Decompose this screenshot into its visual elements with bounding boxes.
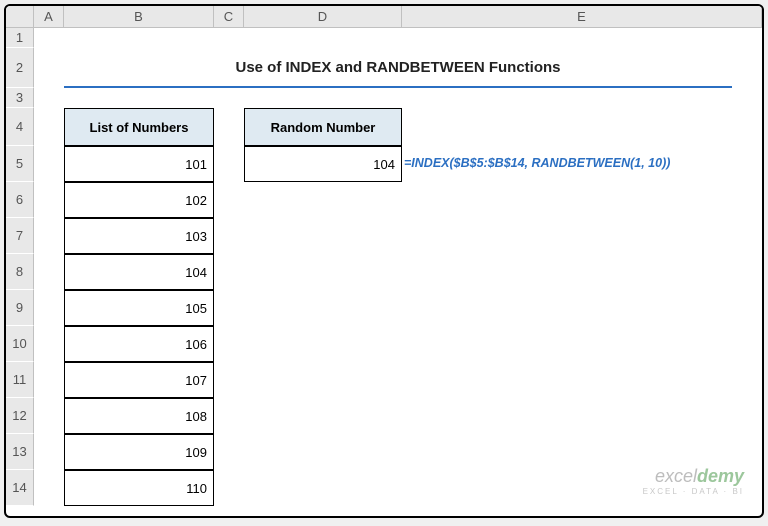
row-header-11[interactable]: 11 — [6, 362, 34, 398]
spreadsheet-window: ABCDE 1234567891011121314 Use of INDEX a… — [4, 4, 764, 518]
list-value-cell[interactable]: 102 — [64, 182, 214, 218]
column-header-E[interactable]: E — [402, 6, 762, 27]
list-value-cell[interactable]: 107 — [64, 362, 214, 398]
select-all-corner[interactable] — [6, 6, 34, 27]
row-header-7[interactable]: 7 — [6, 218, 34, 254]
formula-text: =INDEX($B$5:$B$14, RANDBETWEEN(1, 10)) — [404, 156, 670, 170]
watermark-brand: exceldemy — [643, 466, 744, 487]
random-header-cell[interactable]: Random Number — [244, 108, 402, 146]
list-value-cell[interactable]: 110 — [64, 470, 214, 506]
row-header-3[interactable]: 3 — [6, 88, 34, 108]
row-header-column: 1234567891011121314 — [6, 28, 34, 506]
random-value-cell[interactable]: 104 — [244, 146, 402, 182]
row-header-6[interactable]: 6 — [6, 182, 34, 218]
watermark-brand-a: excel — [655, 466, 697, 486]
watermark: exceldemy EXCEL · DATA · BI — [643, 466, 744, 496]
watermark-tagline: EXCEL · DATA · BI — [643, 487, 744, 496]
row-header-9[interactable]: 9 — [6, 290, 34, 326]
column-header-A[interactable]: A — [34, 6, 64, 27]
list-value-cell[interactable]: 106 — [64, 326, 214, 362]
list-value-cell[interactable]: 103 — [64, 218, 214, 254]
row-header-8[interactable]: 8 — [6, 254, 34, 290]
row-header-5[interactable]: 5 — [6, 146, 34, 182]
page-title: Use of INDEX and RANDBETWEEN Functions — [64, 48, 732, 88]
column-header-row: ABCDE — [6, 6, 762, 28]
list-header-cell[interactable]: List of Numbers — [64, 108, 214, 146]
column-header-B[interactable]: B — [64, 6, 214, 27]
row-header-1[interactable]: 1 — [6, 28, 34, 48]
list-value-cell[interactable]: 104 — [64, 254, 214, 290]
row-header-2[interactable]: 2 — [6, 48, 34, 88]
row-header-10[interactable]: 10 — [6, 326, 34, 362]
column-header-C[interactable]: C — [214, 6, 244, 27]
watermark-brand-b: demy — [697, 466, 744, 486]
list-value-cell[interactable]: 105 — [64, 290, 214, 326]
row-header-4[interactable]: 4 — [6, 108, 34, 146]
row-header-13[interactable]: 13 — [6, 434, 34, 470]
row-header-14[interactable]: 14 — [6, 470, 34, 506]
list-value-cell[interactable]: 101 — [64, 146, 214, 182]
row-header-12[interactable]: 12 — [6, 398, 34, 434]
column-header-D[interactable]: D — [244, 6, 402, 27]
list-value-cell[interactable]: 109 — [64, 434, 214, 470]
cell-grid[interactable]: Use of INDEX and RANDBETWEEN Functions L… — [34, 28, 762, 506]
list-value-cell[interactable]: 108 — [64, 398, 214, 434]
